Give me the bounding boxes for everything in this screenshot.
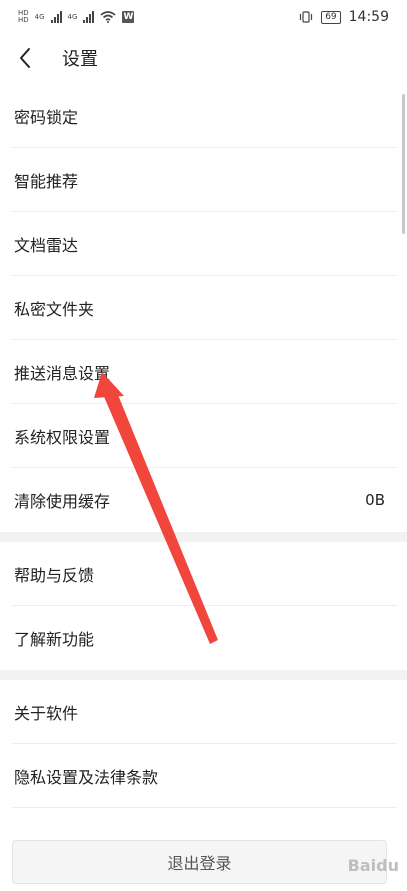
section-divider	[0, 532, 407, 542]
setting-password-lock[interactable]: 密码锁定	[0, 84, 407, 148]
setting-clear-cache[interactable]: 清除使用缓存 0B	[0, 468, 407, 532]
page-title: 设置	[62, 49, 98, 70]
logout-button[interactable]: 退出登录	[12, 840, 387, 884]
battery-icon: 69	[321, 10, 341, 24]
status-time: 14:59	[348, 9, 389, 25]
setting-label: 帮助与反馈	[14, 566, 95, 585]
header: 设置	[0, 34, 407, 82]
setting-about[interactable]: 关于软件	[0, 680, 407, 744]
network-type-1: 4G	[34, 12, 45, 21]
setting-document-radar[interactable]: 文档雷达	[0, 212, 407, 276]
setting-label: 隐私设置及法律条款	[14, 768, 159, 787]
setting-label: 智能推荐	[14, 172, 79, 191]
setting-smart-recommend[interactable]: 智能推荐	[0, 148, 407, 212]
vibrate-icon	[300, 11, 313, 23]
signal-icon-2	[83, 11, 95, 23]
setting-label: 清除使用缓存	[14, 492, 111, 511]
settings-list: 密码锁定 智能推荐 文档雷达 私密文件夹 推送消息设置 系统权限设置 清除使用缓…	[0, 84, 407, 808]
setting-new-features[interactable]: 了解新功能	[0, 606, 407, 670]
setting-system-permissions[interactable]: 系统权限设置	[0, 404, 407, 468]
wps-app-icon: W	[122, 11, 135, 23]
status-right: 69 14:59	[299, 9, 389, 25]
section-divider	[0, 670, 407, 680]
cache-size-value: 0B	[365, 491, 385, 509]
setting-label: 推送消息设置	[14, 364, 111, 383]
hd-icon: HD HD	[18, 9, 29, 24]
signal-icon	[50, 11, 62, 23]
setting-private-folder[interactable]: 私密文件夹	[0, 276, 407, 340]
setting-push-notification[interactable]: 推送消息设置	[0, 340, 407, 404]
back-arrow-icon[interactable]	[14, 47, 36, 69]
setting-privacy-legal[interactable]: 隐私设置及法律条款	[0, 744, 407, 808]
setting-label: 文档雷达	[14, 236, 79, 255]
setting-help-feedback[interactable]: 帮助与反馈	[0, 542, 407, 606]
setting-label: 关于软件	[14, 704, 79, 723]
setting-label: 了解新功能	[14, 630, 95, 649]
wifi-icon	[100, 11, 116, 23]
network-type-2: 4G	[67, 12, 78, 21]
setting-label: 私密文件夹	[14, 300, 95, 319]
setting-label: 系统权限设置	[14, 428, 111, 447]
status-bar: HD HD 4G 4G W 69 14:59	[0, 0, 407, 34]
status-left: HD HD 4G 4G W	[18, 9, 135, 24]
baidu-watermark: Baidu	[347, 856, 399, 875]
setting-label: 密码锁定	[14, 108, 79, 127]
